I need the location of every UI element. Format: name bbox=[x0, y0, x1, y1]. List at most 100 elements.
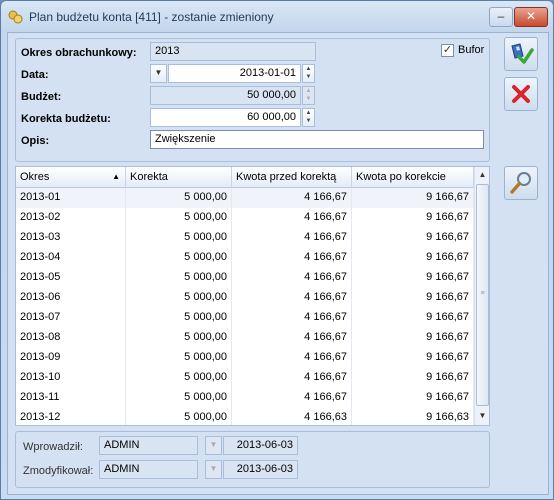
cell-okres: 2013-04 bbox=[16, 248, 126, 268]
table-row[interactable]: 2013-05 5 000,00 4 166,67 9 166,67 bbox=[16, 268, 474, 288]
cell-kwota-przed: 4 166,67 bbox=[232, 388, 352, 408]
cell-korekta: 5 000,00 bbox=[126, 388, 232, 408]
cell-kwota-przed: 4 166,67 bbox=[232, 188, 352, 208]
cell-kwota-przed: 4 166,67 bbox=[232, 368, 352, 388]
cell-korekta: 5 000,00 bbox=[126, 328, 232, 348]
zmodyfikowal-label: Zmodyfikował: bbox=[23, 465, 94, 477]
cell-kwota-przed: 4 166,67 bbox=[232, 268, 352, 288]
budzet-label: Budżet: bbox=[21, 91, 62, 103]
header-form: Okres obrachunkowy: 2013 ✓ Bufor Data: ▼… bbox=[15, 38, 490, 162]
scroll-up-icon[interactable]: ▲ bbox=[475, 167, 489, 183]
grid-header: Okres ▲ Korekta Kwota przed korektą Kwota… bbox=[16, 167, 474, 188]
cell-korekta: 5 000,00 bbox=[126, 348, 232, 368]
cell-kwota-przed: 4 166,67 bbox=[232, 288, 352, 308]
cell-okres: 2013-10 bbox=[16, 368, 126, 388]
budget-grid[interactable]: Okres ▲ Korekta Kwota przed korektą Kwota… bbox=[15, 166, 490, 426]
sort-asc-icon: ▲ bbox=[112, 172, 120, 181]
cell-kwota-przed: 4 166,67 bbox=[232, 348, 352, 368]
table-row[interactable]: 2013-12 5 000,00 4 166,63 9 166,63 bbox=[16, 408, 474, 425]
cell-kwota-przed: 4 166,67 bbox=[232, 248, 352, 268]
window-title: Plan budżetu konta [411] - zostanie zmie… bbox=[29, 10, 274, 24]
okres-label: Okres obrachunkowy: bbox=[21, 47, 137, 59]
column-header-okres[interactable]: Okres ▲ bbox=[16, 167, 126, 188]
cell-korekta: 5 000,00 bbox=[126, 208, 232, 228]
vertical-scrollbar[interactable]: ▲ ≡ ▼ bbox=[474, 167, 489, 425]
korekta-input[interactable]: 60 000,00 bbox=[150, 108, 301, 127]
table-row[interactable]: 2013-02 5 000,00 4 166,67 9 166,67 bbox=[16, 208, 474, 228]
title-bar[interactable]: Plan budżetu konta [411] - zostanie zmie… bbox=[1, 1, 553, 31]
zmodyfikowal-date: 2013-06-03 bbox=[223, 460, 298, 479]
cell-okres: 2013-05 bbox=[16, 268, 126, 288]
cell-kwota-przed: 4 166,63 bbox=[232, 408, 352, 425]
cell-kwota-po: 9 166,67 bbox=[352, 268, 474, 288]
scroll-down-icon[interactable]: ▼ bbox=[475, 408, 489, 424]
cell-korekta: 5 000,00 bbox=[126, 408, 232, 425]
cell-okres: 2013-11 bbox=[16, 388, 126, 408]
cell-korekta: 5 000,00 bbox=[126, 268, 232, 288]
table-row[interactable]: 2013-04 5 000,00 4 166,67 9 166,67 bbox=[16, 248, 474, 268]
okres-field: 2013 bbox=[150, 42, 316, 61]
table-row[interactable]: 2013-08 5 000,00 4 166,67 9 166,67 bbox=[16, 328, 474, 348]
app-icon bbox=[8, 10, 23, 24]
date-spinner[interactable]: ▲ ▼ bbox=[302, 64, 315, 83]
column-header-korekta[interactable]: Korekta bbox=[126, 167, 232, 188]
opis-input[interactable]: Zwiększenie bbox=[150, 130, 484, 149]
cell-kwota-po: 9 166,67 bbox=[352, 368, 474, 388]
cell-kwota-przed: 4 166,67 bbox=[232, 228, 352, 248]
table-row[interactable]: 2013-09 5 000,00 4 166,67 9 166,67 bbox=[16, 348, 474, 368]
search-button[interactable] bbox=[504, 166, 538, 200]
table-row[interactable]: 2013-11 5 000,00 4 166,67 9 166,67 bbox=[16, 388, 474, 408]
cell-korekta: 5 000,00 bbox=[126, 248, 232, 268]
table-row[interactable]: 2013-10 5 000,00 4 166,67 9 166,67 bbox=[16, 368, 474, 388]
dialog-window: Plan budżetu konta [411] - zostanie zmie… bbox=[0, 0, 554, 500]
table-row[interactable]: 2013-01 5 000,00 4 166,67 9 166,67 bbox=[16, 188, 474, 208]
korekta-spinner[interactable]: ▲ ▼ bbox=[302, 108, 315, 127]
minimize-button[interactable]: – bbox=[489, 7, 513, 27]
save-button[interactable] bbox=[504, 37, 538, 71]
bufor-checkbox[interactable]: ✓ bbox=[441, 44, 454, 57]
cell-kwota-przed: 4 166,67 bbox=[232, 328, 352, 348]
cell-kwota-przed: 4 166,67 bbox=[232, 308, 352, 328]
table-row[interactable]: 2013-06 5 000,00 4 166,67 9 166,67 bbox=[16, 288, 474, 308]
cell-okres: 2013-02 bbox=[16, 208, 126, 228]
table-row[interactable]: 2013-07 5 000,00 4 166,67 9 166,67 bbox=[16, 308, 474, 328]
bufor-label[interactable]: Bufor bbox=[458, 44, 484, 56]
cell-okres: 2013-09 bbox=[16, 348, 126, 368]
date-dropdown-button[interactable]: ▼ bbox=[150, 64, 167, 83]
grid-body: 2013-01 5 000,00 4 166,67 9 166,67 2013-02 5 … bbox=[16, 188, 474, 425]
cell-kwota-po: 9 166,67 bbox=[352, 388, 474, 408]
cell-kwota-po: 9 166,67 bbox=[352, 308, 474, 328]
audit-panel: Wprowadził: ADMIN ▼ 2013-06-03 Zmodyfiko… bbox=[15, 431, 490, 488]
cell-kwota-po: 9 166,63 bbox=[352, 408, 474, 425]
cell-okres: 2013-06 bbox=[16, 288, 126, 308]
cell-okres: 2013-01 bbox=[16, 188, 126, 208]
cell-okres: 2013-12 bbox=[16, 408, 126, 425]
cell-korekta: 5 000,00 bbox=[126, 228, 232, 248]
date-input[interactable]: 2013-01-01 bbox=[168, 64, 301, 83]
table-row[interactable]: 2013-03 5 000,00 4 166,67 9 166,67 bbox=[16, 228, 474, 248]
wprowadzil-date-dropdown: ▼ bbox=[205, 436, 222, 455]
data-label: Data: bbox=[21, 69, 49, 81]
cell-korekta: 5 000,00 bbox=[126, 308, 232, 328]
wprowadzil-label: Wprowadził: bbox=[23, 441, 83, 453]
column-header-kwota-przed[interactable]: Kwota przed korektą bbox=[232, 167, 352, 188]
column-header-kwota-po[interactable]: Kwota po korekcie bbox=[352, 167, 474, 188]
wprowadzil-date: 2013-06-03 bbox=[223, 436, 298, 455]
budzet-field: 50 000,00 bbox=[150, 86, 301, 105]
cell-kwota-po: 9 166,67 bbox=[352, 288, 474, 308]
cell-kwota-po: 9 166,67 bbox=[352, 248, 474, 268]
cell-okres: 2013-07 bbox=[16, 308, 126, 328]
cell-okres: 2013-08 bbox=[16, 328, 126, 348]
cell-kwota-po: 9 166,67 bbox=[352, 208, 474, 228]
cell-kwota-po: 9 166,67 bbox=[352, 328, 474, 348]
zmodyfikowal-date-dropdown: ▼ bbox=[205, 460, 222, 479]
magnifier-icon bbox=[510, 172, 531, 194]
zmodyfikowal-user: ADMIN bbox=[99, 460, 198, 479]
close-button[interactable]: ✕ bbox=[514, 7, 548, 27]
cell-okres: 2013-03 bbox=[16, 228, 126, 248]
cancel-button[interactable] bbox=[504, 77, 538, 111]
scroll-thumb[interactable]: ≡ bbox=[476, 184, 489, 406]
opis-label: Opis: bbox=[21, 135, 50, 147]
cell-korekta: 5 000,00 bbox=[126, 188, 232, 208]
cancel-x-icon bbox=[512, 85, 530, 103]
